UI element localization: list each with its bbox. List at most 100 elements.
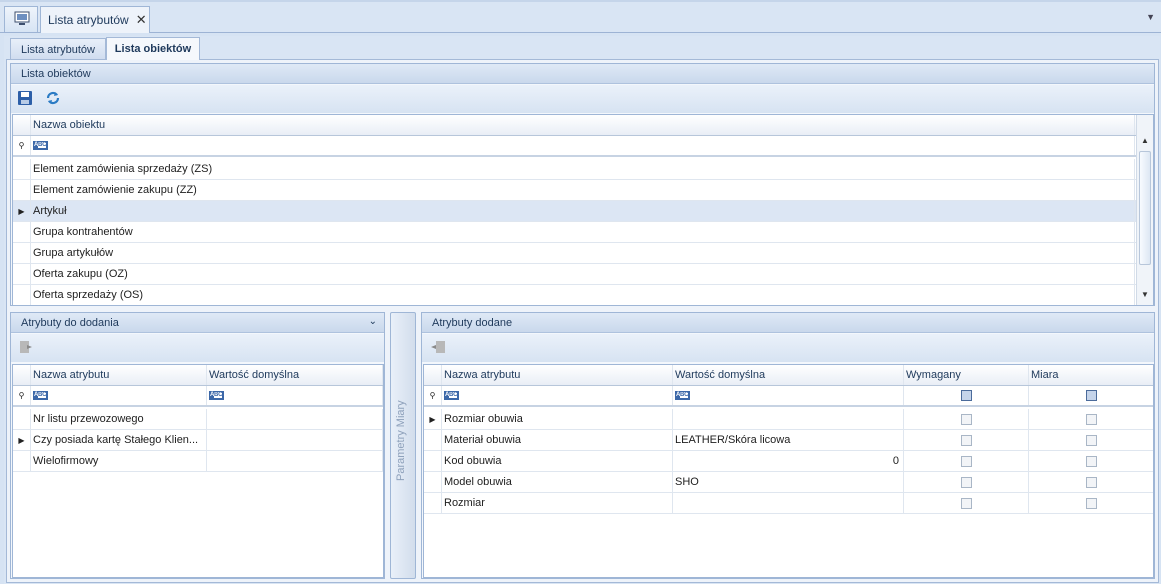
doc-tab-attributes[interactable]: Lista atrybutów ✕ — [40, 6, 150, 33]
column-header-measure[interactable]: Miara — [1029, 365, 1153, 385]
measure-checkbox[interactable] — [1085, 455, 1097, 467]
attribute-name-cell[interactable]: Materiał obuwia — [442, 430, 673, 450]
default-value-cell[interactable]: 0 — [673, 451, 904, 471]
object-name-cell[interactable]: Element zamówienie zakupu (ZZ) — [31, 180, 1135, 200]
to-add-filter-row[interactable]: ⚲ ABC ABC — [13, 386, 383, 407]
table-row[interactable]: Oferta zakupu (OZ) — [13, 264, 1153, 285]
column-header-default-value[interactable]: Wartość domyślna — [207, 365, 383, 385]
measure-checkbox[interactable] — [1085, 413, 1097, 425]
default-value-cell[interactable]: LEATHER/Skóra licowa — [673, 430, 904, 450]
column-header-required[interactable]: Wymagany — [904, 365, 1029, 385]
object-name-cell[interactable]: Element zamówienia sprzedaży (ZS) — [31, 159, 1135, 179]
table-row[interactable]: Rozmiar — [424, 493, 1153, 514]
default-value-cell[interactable] — [207, 430, 383, 450]
table-row[interactable]: Grupa artykułów — [13, 243, 1153, 264]
tab-attribute-list[interactable]: Lista atrybutów — [10, 38, 106, 60]
column-header-attribute-name[interactable]: Nazwa atrybutu — [442, 365, 673, 385]
added-filter-row[interactable]: ⚲ ABC ABC — [424, 386, 1153, 407]
attribute-name-cell[interactable]: Nr listu przewozowego — [31, 409, 207, 429]
object-name-cell[interactable]: Grupa artykułów — [31, 243, 1135, 263]
table-row[interactable]: ▶ Artykuł — [13, 201, 1153, 222]
table-row[interactable]: Oferta sprzedaży (OS) — [13, 285, 1153, 305]
table-row[interactable]: Materiał obuwia LEATHER/Skóra licowa — [424, 430, 1153, 451]
table-row[interactable]: Model obuwia SHO — [424, 472, 1153, 493]
remove-attribute-icon[interactable] — [430, 340, 446, 357]
table-row[interactable]: Wielofirmowy — [13, 451, 383, 472]
add-attribute-icon[interactable] — [19, 340, 33, 357]
row-indicator — [13, 285, 31, 305]
objects-panel-title: Lista obiektów — [11, 64, 1154, 84]
pin-icon: ⚲ — [424, 386, 442, 405]
measure-cell[interactable] — [1029, 430, 1153, 450]
scroll-up-icon[interactable]: ▲ — [1137, 133, 1153, 149]
text-filter-icon: ABC — [33, 141, 48, 150]
measure-cell[interactable] — [1029, 409, 1153, 429]
required-cell[interactable] — [904, 409, 1029, 429]
object-name-cell[interactable]: Oferta zakupu (OZ) — [31, 264, 1135, 284]
measure-cell[interactable] — [1029, 472, 1153, 492]
scroll-down-icon[interactable]: ▼ — [1137, 287, 1153, 303]
objects-scrollbar[interactable]: ▲ ▼ — [1136, 115, 1153, 305]
column-header-object-name[interactable]: Nazwa obiektu — [31, 115, 1135, 135]
attribute-name-cell[interactable]: Kod obuwia — [442, 451, 673, 471]
attribute-name-cell[interactable]: Czy posiada kartę Stałego Klien... — [31, 430, 207, 450]
required-cell[interactable] — [904, 451, 1029, 471]
required-checkbox[interactable] — [960, 497, 972, 509]
row-indicator — [13, 222, 31, 242]
attribute-name-cell[interactable]: Model obuwia — [442, 472, 673, 492]
row-indicator — [424, 472, 442, 492]
to-add-grid: Nazwa atrybutu Wartość domyślna ⚲ ABC AB… — [12, 364, 384, 578]
tab-object-list[interactable]: Lista obiektów — [106, 37, 200, 60]
required-checkbox[interactable] — [960, 413, 972, 425]
home-tab[interactable] — [4, 6, 38, 32]
measure-checkbox[interactable] — [1085, 434, 1097, 446]
row-indicator-icon: ▶ — [424, 409, 442, 429]
default-value-cell[interactable] — [207, 409, 383, 429]
refresh-icon[interactable] — [45, 90, 61, 109]
table-row[interactable]: Nr listu przewozowego — [13, 409, 383, 430]
measure-filter-checkbox[interactable] — [1085, 390, 1097, 401]
object-name-cell[interactable]: Grupa kontrahentów — [31, 222, 1135, 242]
required-cell[interactable] — [904, 493, 1029, 513]
measure-cell[interactable] — [1029, 451, 1153, 471]
default-value-cell[interactable] — [673, 493, 904, 513]
text-filter-icon: ABC — [444, 391, 459, 400]
attribute-name-cell[interactable]: Wielofirmowy — [31, 451, 207, 471]
chevron-down-icon[interactable]: ▼ — [1146, 12, 1155, 22]
text-filter-icon: ABC — [675, 391, 690, 400]
column-header-attribute-name[interactable]: Nazwa atrybutu — [31, 365, 207, 385]
default-value-cell[interactable]: SHO — [673, 472, 904, 492]
measure-cell[interactable] — [1029, 493, 1153, 513]
row-indicator-icon: ▶ — [13, 430, 31, 450]
chevron-down-icon[interactable]: ⌄ — [369, 316, 377, 327]
scroll-thumb[interactable] — [1139, 151, 1151, 265]
measure-checkbox[interactable] — [1085, 476, 1097, 488]
divider-label: Parametry Miary — [395, 400, 407, 481]
attribute-name-cell[interactable]: Rozmiar — [442, 493, 673, 513]
object-name-cell[interactable]: Oferta sprzedaży (OS) — [31, 285, 1135, 305]
added-grid: Nazwa atrybutu Wartość domyślna Wymagany… — [423, 364, 1154, 578]
default-value-cell[interactable] — [207, 451, 383, 471]
required-checkbox[interactable] — [960, 455, 972, 467]
table-row[interactable]: Element zamówienie zakupu (ZZ) — [13, 180, 1153, 201]
required-cell[interactable] — [904, 472, 1029, 492]
table-row[interactable]: Element zamówienia sprzedaży (ZS) — [13, 159, 1153, 180]
column-header-default-value[interactable]: Wartość domyślna — [673, 365, 904, 385]
table-row[interactable]: Grupa kontrahentów — [13, 222, 1153, 243]
close-icon[interactable]: ✕ — [136, 12, 147, 28]
objects-filter-row[interactable]: ⚲ ABC — [13, 136, 1153, 157]
required-checkbox[interactable] — [960, 434, 972, 446]
table-row[interactable]: ▶ Rozmiar obuwia — [424, 409, 1153, 430]
row-indicator — [424, 430, 442, 450]
attribute-name-cell[interactable]: Rozmiar obuwia — [442, 409, 673, 429]
required-checkbox[interactable] — [960, 476, 972, 488]
measure-parameters-divider[interactable]: Parametry Miary — [390, 312, 416, 579]
default-value-cell[interactable] — [673, 409, 904, 429]
required-filter-checkbox[interactable] — [960, 390, 972, 401]
table-row[interactable]: Kod obuwia 0 — [424, 451, 1153, 472]
object-name-cell[interactable]: Artykuł — [31, 201, 1135, 221]
save-icon[interactable] — [17, 90, 33, 109]
measure-checkbox[interactable] — [1085, 497, 1097, 509]
table-row[interactable]: ▶ Czy posiada kartę Stałego Klien... — [13, 430, 383, 451]
required-cell[interactable] — [904, 430, 1029, 450]
